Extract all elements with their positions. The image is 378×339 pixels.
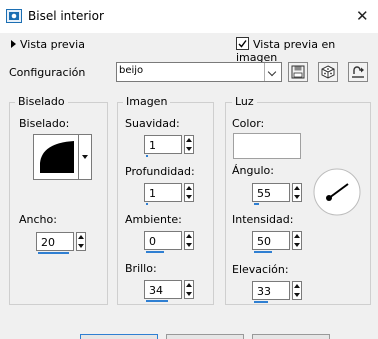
config-label: Configuración bbox=[9, 66, 86, 79]
angle-stepper[interactable] bbox=[292, 183, 302, 202]
image-group-title: Imagen bbox=[123, 95, 171, 108]
width-label: Ancho: bbox=[19, 213, 57, 226]
brightness-label: Brillo: bbox=[125, 262, 157, 275]
angle-dial-icon[interactable] bbox=[313, 168, 361, 216]
depth-label: Profundidad: bbox=[125, 165, 195, 178]
angle-spinner[interactable]: 55 bbox=[252, 183, 302, 205]
reset-icon bbox=[352, 66, 364, 78]
color-label: Color: bbox=[232, 117, 265, 130]
width-spinner[interactable]: 20 bbox=[36, 232, 86, 254]
intensity-stepper[interactable] bbox=[292, 231, 302, 250]
spin-down-icon[interactable] bbox=[185, 193, 193, 201]
angle-value: 55 bbox=[257, 187, 271, 200]
window-title: Bisel interior bbox=[28, 9, 104, 23]
elevation-spinner[interactable]: 33 bbox=[252, 281, 302, 303]
width-stepper[interactable] bbox=[76, 232, 86, 251]
save-preset-button[interactable] bbox=[288, 62, 308, 82]
ambient-label: Ambiente: bbox=[125, 213, 182, 226]
close-icon[interactable]: ✕ bbox=[356, 7, 369, 25]
reset-button[interactable] bbox=[348, 62, 368, 82]
angle-label: Ángulo: bbox=[232, 164, 274, 177]
depth-input[interactable]: 1 bbox=[144, 183, 182, 205]
spin-up-icon[interactable] bbox=[185, 281, 193, 289]
expand-arrow-icon bbox=[11, 40, 16, 48]
ok-button[interactable] bbox=[80, 334, 158, 339]
light-group-title: Luz bbox=[232, 95, 257, 108]
spin-down-icon[interactable] bbox=[185, 290, 193, 298]
smoothness-stepper[interactable] bbox=[184, 135, 194, 154]
cancel-button[interactable] bbox=[166, 334, 244, 339]
spin-down-icon[interactable] bbox=[293, 193, 301, 201]
intensity-input[interactable]: 50 bbox=[252, 231, 290, 253]
preview-label: Vista previa bbox=[20, 38, 85, 51]
bevel-dropdown-button[interactable] bbox=[78, 134, 92, 180]
preview-toggle[interactable]: Vista previa bbox=[11, 38, 85, 51]
elevation-value: 33 bbox=[257, 285, 271, 298]
spin-up-icon[interactable] bbox=[293, 184, 301, 192]
bevel-shape-icon bbox=[40, 141, 74, 173]
width-value: 20 bbox=[41, 236, 55, 249]
elevation-label: Elevación: bbox=[232, 263, 289, 276]
spin-down-icon[interactable] bbox=[293, 291, 301, 299]
ambient-value: 0 bbox=[149, 235, 156, 248]
smoothness-label: Suavidad: bbox=[125, 117, 180, 130]
spin-up-icon[interactable] bbox=[293, 232, 301, 240]
bevel-group-title: Biselado bbox=[15, 95, 68, 108]
smoothness-value: 1 bbox=[149, 139, 156, 152]
live-preview-label: Vista previa en imagen bbox=[236, 38, 336, 64]
smoothness-spinner[interactable]: 1 bbox=[144, 135, 194, 157]
title-bar: Bisel interior ✕ bbox=[0, 0, 378, 33]
elevation-input[interactable]: 33 bbox=[252, 281, 290, 303]
spin-up-icon[interactable] bbox=[77, 233, 85, 241]
ambient-input[interactable]: 0 bbox=[144, 231, 182, 253]
intensity-spinner[interactable]: 50 bbox=[252, 231, 302, 253]
spin-down-icon[interactable] bbox=[185, 145, 193, 153]
spin-up-icon[interactable] bbox=[293, 282, 301, 290]
light-color-swatch[interactable] bbox=[233, 133, 301, 159]
bevel-shape-picker[interactable] bbox=[33, 134, 81, 180]
depth-stepper[interactable] bbox=[184, 183, 194, 202]
spin-up-icon[interactable] bbox=[185, 184, 193, 192]
brightness-value: 34 bbox=[149, 284, 163, 297]
live-preview-checkbox[interactable]: Vista previa en imagen bbox=[236, 37, 378, 64]
brightness-stepper[interactable] bbox=[184, 280, 194, 299]
spin-up-icon[interactable] bbox=[185, 136, 193, 144]
spin-up-icon[interactable] bbox=[185, 232, 193, 240]
chevron-down-icon[interactable] bbox=[264, 63, 281, 81]
ambient-spinner[interactable]: 0 bbox=[144, 231, 194, 253]
config-value: beijo bbox=[119, 65, 144, 76]
angle-input[interactable]: 55 bbox=[252, 183, 290, 205]
spin-down-icon[interactable] bbox=[77, 242, 85, 250]
depth-value: 1 bbox=[149, 187, 156, 200]
bevel-group bbox=[9, 102, 108, 305]
intensity-label: Intensidad: bbox=[232, 213, 294, 226]
app-icon bbox=[6, 9, 22, 23]
randomize-button[interactable] bbox=[318, 62, 338, 82]
intensity-value: 50 bbox=[257, 235, 271, 248]
brightness-spinner[interactable]: 34 bbox=[144, 280, 194, 302]
depth-spinner[interactable]: 1 bbox=[144, 183, 194, 205]
elevation-stepper[interactable] bbox=[292, 281, 302, 300]
help-button[interactable] bbox=[252, 334, 330, 339]
ambient-stepper[interactable] bbox=[184, 231, 194, 250]
randomize-icon bbox=[321, 65, 335, 79]
bevel-label: Biselado: bbox=[19, 117, 70, 130]
spin-down-icon[interactable] bbox=[293, 241, 301, 249]
smoothness-input[interactable]: 1 bbox=[144, 135, 182, 157]
config-select[interactable]: beijo bbox=[116, 62, 282, 82]
spin-down-icon[interactable] bbox=[185, 241, 193, 249]
brightness-input[interactable]: 34 bbox=[144, 280, 182, 302]
save-icon bbox=[291, 65, 305, 79]
checkbox-checked-icon bbox=[236, 37, 249, 50]
width-input[interactable]: 20 bbox=[36, 232, 74, 254]
